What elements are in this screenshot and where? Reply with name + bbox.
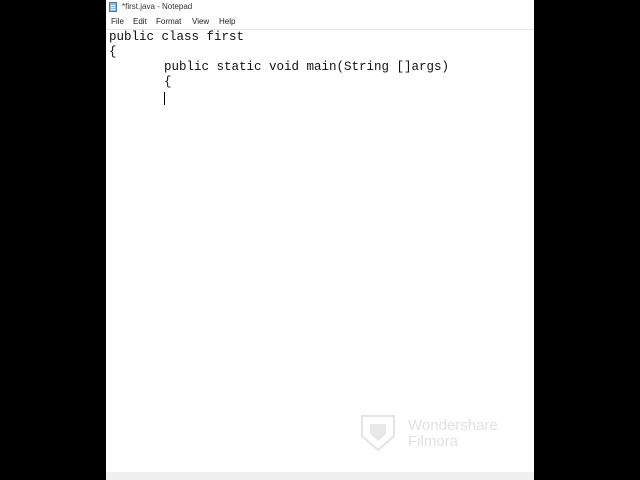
watermark: Wondershare Filmora xyxy=(360,412,520,456)
watermark-text: Wondershare Filmora xyxy=(408,418,498,450)
notepad-icon xyxy=(109,2,117,12)
menu-view[interactable]: View xyxy=(192,17,209,27)
code-line: { xyxy=(109,45,117,59)
menu-bar: File Edit Format View Help xyxy=(106,15,534,29)
menu-edit[interactable]: Edit xyxy=(133,17,147,27)
code-line: public static void main(String []args) xyxy=(164,60,450,74)
bottom-edge xyxy=(106,472,534,480)
window-title: *first.java - Notepad xyxy=(122,2,193,11)
watermark-line: Filmora xyxy=(408,433,459,450)
filmora-logo-icon xyxy=(361,415,395,452)
code-line: public class first xyxy=(109,30,245,44)
text-editor[interactable]: public class first { public static void … xyxy=(106,30,534,472)
menu-help[interactable]: Help xyxy=(219,17,235,27)
watermark-line: Wondershare xyxy=(408,417,498,434)
menu-format[interactable]: Format xyxy=(156,17,181,27)
notepad-window: *first.java - Notepad File Edit Format V… xyxy=(106,0,534,480)
title-bar: *first.java - Notepad xyxy=(106,0,534,15)
menu-file[interactable]: File xyxy=(111,17,124,27)
text-caret xyxy=(164,92,165,105)
code-line: { xyxy=(164,75,172,89)
